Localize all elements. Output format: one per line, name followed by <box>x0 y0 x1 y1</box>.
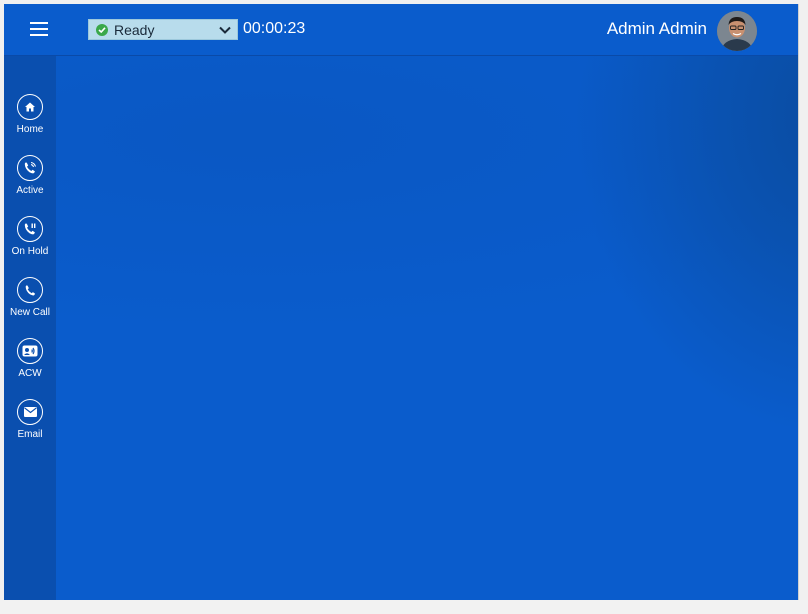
top-bar: Ready 00:00:23 Admin Admin <box>4 4 798 56</box>
window-bottom-strip <box>0 600 808 614</box>
sidebar-item-label: On Hold <box>11 246 49 257</box>
sidebar-item-on-hold[interactable]: On Hold <box>4 216 56 274</box>
envelope-icon <box>17 399 43 425</box>
user-name: Admin Admin <box>606 19 707 38</box>
sidebar-item-label: New Call <box>9 307 50 318</box>
agent-status-label: Ready <box>114 21 155 38</box>
app-window: Ready 00:00:23 Admin Admin Home Active O… <box>4 4 799 600</box>
hamburger-menu-icon[interactable] <box>30 22 48 36</box>
sidebar-item-label: ACW <box>18 368 42 379</box>
check-circle-icon <box>96 23 108 36</box>
agent-status-dropdown[interactable]: Ready <box>88 19 238 40</box>
sidebar-item-home[interactable]: Home <box>4 94 56 152</box>
sidebar-item-new-call[interactable]: New Call <box>4 277 56 335</box>
user-photo-icon <box>717 11 757 51</box>
phone-hold-icon <box>17 216 43 242</box>
phone-active-icon <box>17 155 43 181</box>
contact-card-icon <box>17 338 43 364</box>
chevron-down-icon <box>219 26 231 34</box>
sidebar-item-email[interactable]: Email <box>4 399 56 457</box>
sidebar-item-acw[interactable]: ACW <box>4 338 56 396</box>
phone-icon <box>17 277 43 303</box>
avatar[interactable] <box>717 11 757 51</box>
sidebar-nav: Home Active On Hold New Call ACW Email <box>4 56 56 600</box>
sidebar-item-label: Email <box>17 429 43 440</box>
sidebar-item-label: Active <box>16 185 44 196</box>
sidebar-item-active[interactable]: Active <box>4 155 56 213</box>
sidebar-item-label: Home <box>16 124 44 135</box>
main-content-area <box>56 56 798 600</box>
status-timer: 00:00:23 <box>243 20 306 37</box>
home-icon <box>17 94 43 120</box>
